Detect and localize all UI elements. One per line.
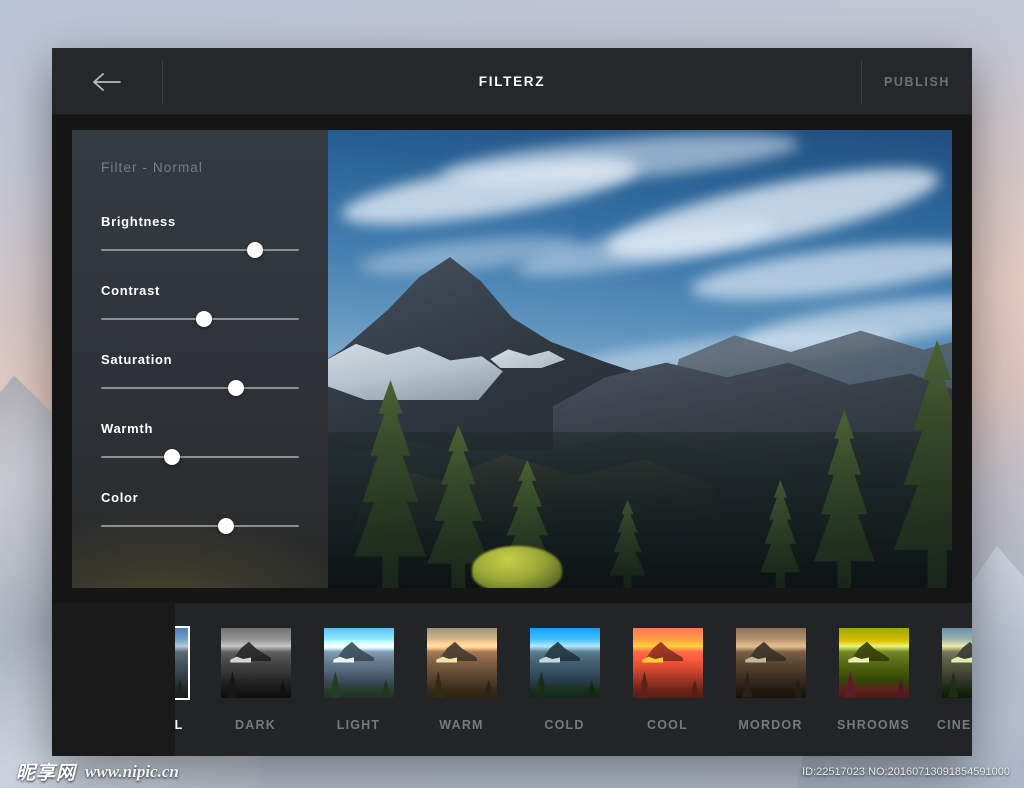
thumbnail-inner [941, 627, 972, 698]
back-button[interactable] [52, 48, 162, 115]
slider-color[interactable]: Color [101, 490, 299, 534]
slider-warmth[interactable]: Warmth [101, 421, 299, 465]
slider-saturation[interactable]: Saturation [101, 352, 299, 396]
filter-label: SHROOMS [837, 717, 910, 732]
slider-knob-color[interactable] [217, 518, 234, 534]
adjustments-panel: Filter - Normal Brightness Contrast Satu… [72, 130, 328, 588]
filter-thumbnail[interactable] [175, 625, 190, 700]
slider-knob-saturation[interactable] [227, 380, 244, 396]
filter-label: COOL [647, 717, 688, 732]
slider-track-contrast[interactable] [101, 311, 299, 327]
filter-item-cool[interactable]: COOL [616, 627, 719, 732]
slider-brightness[interactable]: Brightness [101, 214, 299, 258]
filter-label: COLD [544, 717, 585, 732]
filter-thumbnail[interactable] [941, 627, 972, 698]
filter-strip-scroller[interactable]: NORMAL DARK LIGHT WARM COLD COOL MORDOR SHROOMS… [175, 603, 972, 756]
filter-thumbnail[interactable] [426, 627, 497, 698]
publish-button[interactable]: PUBLISH [862, 48, 972, 115]
filter-item-mordor[interactable]: MORDOR [719, 627, 822, 732]
slider-label-color: Color [101, 490, 139, 505]
filter-name-label: Filter - Normal [101, 160, 204, 175]
topbar-right-group: PUBLISH [861, 48, 972, 115]
app-window: FILTERZ PUBLISH Filter - Normal Brightne… [52, 48, 972, 756]
slider-track-color[interactable] [101, 518, 299, 534]
filter-label: NORMAL [175, 717, 184, 732]
filter-thumbnail[interactable] [632, 627, 703, 698]
watermark-id: ID:22517023 NO:20160713091854591000 [802, 765, 1010, 778]
page-title: FILTERZ [478, 74, 546, 89]
slider-label-saturation: Saturation [101, 352, 173, 367]
watermark-logo: 昵享网 [16, 762, 77, 784]
slider-track-brightness[interactable] [101, 242, 299, 258]
filter-thumbnail[interactable] [735, 627, 806, 698]
watermark-url: www.nipic.cn [85, 761, 179, 781]
filter-thumbnail[interactable] [838, 627, 909, 698]
filter-item-dark[interactable]: DARK [204, 627, 307, 732]
filter-label: CINEMATIC [936, 717, 972, 732]
slider-label-contrast: Contrast [101, 283, 161, 298]
slider-label-warmth: Warmth [101, 421, 154, 436]
filter-item-warm[interactable]: WARM [410, 627, 513, 732]
filter-thumbnail[interactable] [220, 627, 291, 698]
filter-thumbnail[interactable] [529, 627, 600, 698]
slider-knob-brightness[interactable] [247, 242, 264, 258]
filter-thumbnail[interactable] [323, 627, 394, 698]
top-bar: FILTERZ PUBLISH [52, 48, 972, 115]
filter-label: WARM [439, 717, 484, 732]
slider-contrast[interactable]: Contrast [101, 283, 299, 327]
filter-item-normal[interactable]: NORMAL [175, 625, 204, 732]
filter-item-cold[interactable]: COLD [513, 627, 616, 732]
filter-label: LIGHT [336, 717, 381, 732]
slider-track-warmth[interactable] [101, 449, 299, 465]
arrow-left-icon [93, 72, 121, 91]
filter-label: DARK [235, 717, 276, 732]
filter-label: MORDOR [738, 717, 803, 732]
watermark-bar: 昵享网 www.nipic.cn ID:22517023 NO:20160713… [0, 755, 1024, 788]
photo-preview[interactable] [328, 130, 952, 588]
filter-item-cinematic[interactable]: CINEMATIC [925, 627, 972, 732]
filter-strip: NORMAL DARK LIGHT WARM COLD COOL MORDOR SHROOMS… [52, 603, 972, 756]
slider-knob-contrast[interactable] [195, 311, 212, 327]
editor-body: Filter - Normal Brightness Contrast Satu… [52, 115, 972, 603]
filter-item-light[interactable]: LIGHT [307, 627, 410, 732]
slider-track-saturation[interactable] [101, 380, 299, 396]
slider-label-brightness: Brightness [101, 214, 176, 229]
filter-item-shrooms[interactable]: SHROOMS [822, 627, 925, 732]
slider-knob-warmth[interactable] [164, 449, 181, 465]
preview-bush [471, 546, 562, 588]
